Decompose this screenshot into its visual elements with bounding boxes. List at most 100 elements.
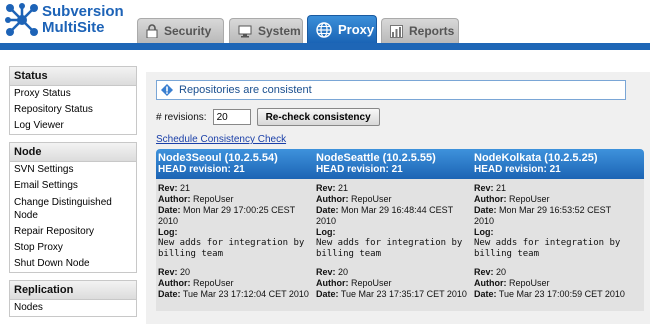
revision-entry: Rev: 20 Author: RepoUser Date: Tue Mar 2… bbox=[474, 267, 628, 300]
rev-label: Rev: bbox=[474, 267, 494, 277]
node-name: NodeKolkata (10.2.5.25) bbox=[474, 152, 598, 164]
author-value: RepoUser bbox=[351, 278, 392, 288]
author-value: RepoUser bbox=[193, 278, 234, 288]
date-label: Date: bbox=[316, 289, 339, 299]
main-content: Repositories are consistent # revisions:… bbox=[146, 72, 650, 324]
tab-proxy-label: Proxy bbox=[338, 22, 375, 37]
logo-text: Subversion MultiSite bbox=[42, 4, 124, 36]
revisions-row: # revisions: Re-check consistency bbox=[156, 108, 380, 126]
revision-entry: Rev: 21 Author: RepoUser Date: Mon Mar 2… bbox=[316, 183, 470, 260]
date-label: Date: bbox=[474, 289, 497, 299]
rev-value: 21 bbox=[180, 183, 191, 193]
status-message: Repositories are consistent bbox=[179, 84, 312, 96]
node-column: Rev: 21 Author: RepoUser Date: Mon Mar 2… bbox=[472, 179, 630, 311]
author-value: RepoUser bbox=[193, 194, 234, 204]
tab-system-label: System bbox=[258, 24, 301, 38]
node-column: Rev: 21 Author: RepoUser Date: Mon Mar 2… bbox=[156, 179, 314, 311]
logo[interactable]: Subversion MultiSite bbox=[4, 2, 136, 40]
revision-entry: Rev: 21 Author: RepoUser Date: Mon Mar 2… bbox=[158, 183, 312, 260]
logo-line-2: MultiSite bbox=[42, 19, 105, 36]
log-message: New adds for integration by billing team bbox=[316, 238, 463, 259]
author-value: RepoUser bbox=[351, 194, 392, 204]
author-label: Author: bbox=[158, 194, 191, 204]
node-body-row: Rev: 21 Author: RepoUser Date: Mon Mar 2… bbox=[156, 179, 644, 311]
sidebar-item-svn-settings[interactable]: SVN Settings bbox=[10, 162, 136, 178]
tab-proxy[interactable]: Proxy bbox=[307, 15, 377, 43]
node-name: Node3Seoul (10.2.5.54) bbox=[158, 152, 278, 164]
chart-icon bbox=[390, 24, 403, 38]
rev-value: 20 bbox=[180, 267, 191, 277]
sidebar-item-stop-proxy[interactable]: Stop Proxy bbox=[10, 240, 136, 256]
rev-label: Rev: bbox=[316, 267, 336, 277]
tab-reports-label: Reports bbox=[409, 24, 455, 38]
app-header: Subversion MultiSite Security System Pro… bbox=[0, 0, 650, 43]
monitor-icon bbox=[238, 25, 252, 37]
schedule-consistency-link[interactable]: Schedule Consistency Check bbox=[156, 134, 286, 145]
status-message-box: Repositories are consistent bbox=[156, 80, 626, 100]
sidebar-heading-status: Status bbox=[10, 67, 136, 86]
date-label: Date: bbox=[316, 205, 339, 215]
log-label: Log: bbox=[474, 227, 494, 237]
rev-label: Rev: bbox=[316, 183, 336, 193]
rev-value: 21 bbox=[338, 183, 349, 193]
revision-entry: Rev: 20 Author: RepoUser Date: Tue Mar 2… bbox=[316, 267, 470, 300]
node-head-revision: HEAD revision: 21 bbox=[474, 164, 561, 175]
node-revisions-table: Node3Seoul (10.2.5.54) HEAD revision: 21… bbox=[156, 149, 644, 311]
log-label: Log: bbox=[316, 227, 336, 237]
rev-label: Rev: bbox=[474, 183, 494, 193]
revision-entry: Rev: 21 Author: RepoUser Date: Mon Mar 2… bbox=[474, 183, 628, 260]
tab-system[interactable]: System bbox=[229, 18, 303, 43]
author-label: Author: bbox=[474, 194, 507, 204]
log-message: New adds for integration by billing team bbox=[158, 238, 305, 259]
author-label: Author: bbox=[316, 278, 349, 288]
rev-label: Rev: bbox=[158, 267, 178, 277]
author-value: RepoUser bbox=[509, 278, 550, 288]
author-label: Author: bbox=[474, 278, 507, 288]
node-header-row: Node3Seoul (10.2.5.54) HEAD revision: 21… bbox=[156, 149, 644, 179]
sidebar-item-nodes[interactable]: Nodes bbox=[10, 300, 136, 316]
date-value: Tue Mar 23 17:12:04 CET 2010 bbox=[182, 289, 309, 299]
sidebar-item-change-distinguished-node[interactable]: Change Distinguished Node bbox=[10, 194, 136, 224]
author-label: Author: bbox=[316, 194, 349, 204]
tab-security[interactable]: Security bbox=[137, 18, 224, 43]
node-name: NodeSeattle (10.2.5.55) bbox=[316, 152, 436, 164]
sidebar-section-status: Status Proxy Status Repository Status Lo… bbox=[9, 66, 137, 135]
tab-reports[interactable]: Reports bbox=[381, 18, 459, 43]
sidebar-heading-replication: Replication bbox=[10, 281, 136, 300]
node-header: Node3Seoul (10.2.5.54) HEAD revision: 21 bbox=[156, 149, 314, 179]
node-header: NodeSeattle (10.2.5.55) HEAD revision: 2… bbox=[314, 149, 472, 179]
sidebar-item-email-settings[interactable]: Email Settings bbox=[10, 178, 136, 194]
rev-value: 21 bbox=[496, 183, 507, 193]
date-label: Date: bbox=[474, 205, 497, 215]
rev-value: 20 bbox=[496, 267, 507, 277]
rev-value: 20 bbox=[338, 267, 349, 277]
sidebar-item-log-viewer[interactable]: Log Viewer bbox=[10, 118, 136, 134]
revisions-input[interactable] bbox=[212, 109, 251, 125]
author-label: Author: bbox=[158, 278, 191, 288]
tab-security-label: Security bbox=[164, 24, 212, 38]
globe-icon bbox=[316, 21, 332, 38]
sidebar-item-proxy-status[interactable]: Proxy Status bbox=[10, 86, 136, 102]
log-message: New adds for integration by billing team bbox=[474, 238, 621, 259]
revision-entry: Rev: 20 Author: RepoUser Date: Tue Mar 2… bbox=[158, 267, 312, 300]
rev-label: Rev: bbox=[158, 183, 178, 193]
sidebar-item-shut-down-node[interactable]: Shut Down Node bbox=[10, 256, 136, 272]
lock-icon bbox=[146, 24, 158, 38]
header-divider bbox=[0, 43, 650, 50]
revisions-label: # revisions: bbox=[156, 111, 207, 123]
network-logo-icon bbox=[5, 3, 38, 36]
logo-line-1: Subversion bbox=[42, 3, 124, 20]
date-value: Tue Mar 23 17:35:17 CET 2010 bbox=[340, 289, 467, 299]
node-head-revision: HEAD revision: 21 bbox=[316, 164, 403, 175]
date-label: Date: bbox=[158, 205, 181, 215]
sidebar-item-repair-repository[interactable]: Repair Repository bbox=[10, 224, 136, 240]
author-value: RepoUser bbox=[509, 194, 550, 204]
recheck-consistency-button[interactable]: Re-check consistency bbox=[256, 108, 380, 126]
sidebar-item-repository-status[interactable]: Repository Status bbox=[10, 102, 136, 118]
sidebar: Status Proxy Status Repository Status Lo… bbox=[9, 66, 137, 324]
sidebar-heading-node: Node bbox=[10, 143, 136, 162]
node-header: NodeKolkata (10.2.5.25) HEAD revision: 2… bbox=[472, 149, 630, 179]
node-column: Rev: 21 Author: RepoUser Date: Mon Mar 2… bbox=[314, 179, 472, 311]
sidebar-section-node: Node SVN Settings Email Settings Change … bbox=[9, 142, 137, 273]
info-diamond-icon bbox=[161, 84, 173, 96]
